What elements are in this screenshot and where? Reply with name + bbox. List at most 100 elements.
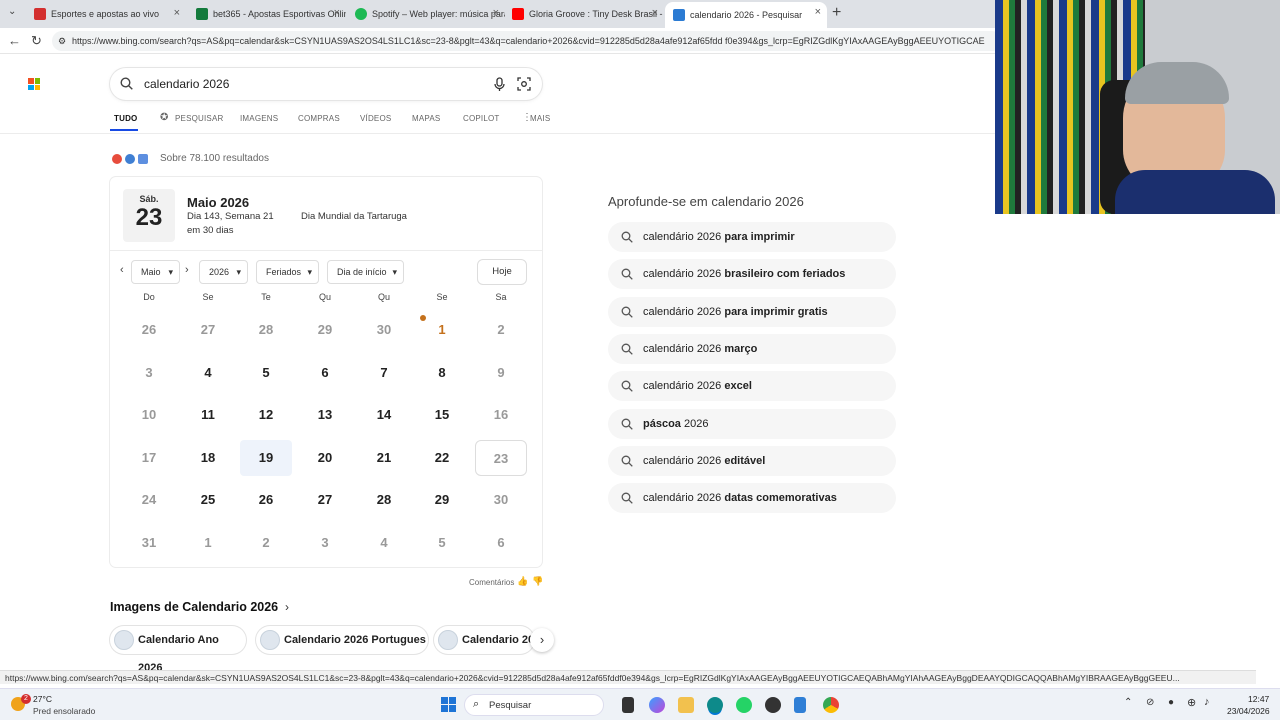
reload-icon[interactable]: ↻ [31,33,42,49]
windows-start-icon[interactable] [441,697,456,712]
image-chip[interactable]: Calendario Ano 2026 [110,626,246,674]
nav-tab-maps[interactable]: MAPAS [412,114,440,123]
copilot-icon[interactable] [649,697,665,713]
related-search-item[interactable]: calendário 2026 para imprimir gratis [608,297,896,327]
week-start-select[interactable]: Dia de início [327,260,404,284]
related-search-item[interactable]: calendário 2026 editável [608,446,896,476]
visual-search-icon[interactable] [517,77,531,91]
search-input[interactable]: calendario 2026 [144,77,229,91]
chevron-right-icon[interactable]: › [285,600,289,614]
calendar-day[interactable]: 30 [475,482,527,518]
calendar-day[interactable]: 2 [240,525,292,561]
calendar-day[interactable]: 28 [240,312,292,348]
calendar-day[interactable]: 20 [299,440,351,476]
microphone-icon[interactable] [494,77,505,92]
calendar-day[interactable]: 27 [182,312,234,348]
tab-spotify[interactable]: Spotify – Web player: música para × [347,3,505,25]
microsoft-logo[interactable] [28,78,40,90]
calendar-day[interactable]: 18 [182,440,234,476]
site-info-icon[interactable]: ⚙ [58,31,66,51]
calendar-day[interactable]: 6 [299,355,351,391]
month-select[interactable]: Maio [131,260,180,284]
year-select[interactable]: 2026 [199,260,248,284]
calendar-day[interactable]: 19 [240,440,292,476]
thumbs-up-icon[interactable]: 👍 [517,576,528,587]
calendar-day[interactable]: 4 [182,355,234,391]
app-icon[interactable] [765,697,781,713]
tab-list-chevron-icon[interactable]: ⌄ [8,6,16,17]
related-search-item[interactable]: calendário 2026 datas comemorativas [608,483,896,513]
calendar-day[interactable]: 14 [358,397,410,433]
tab-close-icon[interactable]: × [174,7,180,19]
feedback-link[interactable]: Comentários [469,578,514,587]
calendar-day[interactable]: 27 [299,482,351,518]
notes-icon[interactable] [794,697,806,713]
tab-esportes[interactable]: Esportes e apostas ao vivo × [26,3,186,25]
related-search-item[interactable]: calendário 2026 excel [608,371,896,401]
calendar-day[interactable]: 29 [299,312,351,348]
nav-tab-videos[interactable]: VÍDEOS [360,114,391,123]
chrome-icon[interactable] [823,697,839,713]
calendar-day[interactable]: 30 [358,312,410,348]
images-section-title[interactable]: Imagens de Calendario 2026 [110,600,278,614]
network-icon[interactable]: ⊘ [1146,697,1154,708]
calendar-day[interactable]: 9 [475,355,527,391]
calendar-day[interactable]: 29 [416,482,468,518]
tab-close-icon[interactable]: × [815,6,821,18]
calendar-day[interactable]: 11 [182,397,234,433]
calendar-day[interactable]: 24 [123,482,175,518]
related-search-item[interactable]: calendário 2026 para imprimir [608,222,896,252]
calendar-day[interactable]: 3 [299,525,351,561]
image-chip[interactable]: Calendario 2026 Portugues [256,626,428,654]
calendar-day[interactable]: 4 [358,525,410,561]
calendar-day[interactable]: 16 [475,397,527,433]
related-search-item[interactable]: páscoa 2026 [608,409,896,439]
calendar-day[interactable]: 3 [123,355,175,391]
next-month-icon[interactable]: › [185,264,189,276]
folder-icon[interactable] [678,697,694,713]
calendar-day[interactable]: 26 [123,312,175,348]
tab-bet365[interactable]: bet365 - Apostas Esportivas Onlin × [188,3,346,25]
calendar-day[interactable]: 22 [416,440,468,476]
calendar-day[interactable]: 5 [240,355,292,391]
calendar-day[interactable]: 13 [299,397,351,433]
file-explorer-icon[interactable] [622,697,634,713]
nav-tab-more[interactable]: MAIS [530,114,550,123]
edge-icon[interactable] [707,697,723,713]
thumbs-down-icon[interactable]: 👎 [532,576,543,587]
calendar-day[interactable]: 15 [416,397,468,433]
image-chip[interactable]: Calendario 20 [434,626,534,654]
volume-icon[interactable]: ♪ [1204,696,1210,708]
today-button[interactable]: Hoje [477,259,527,285]
whatsapp-icon[interactable] [736,697,752,713]
nav-tab-all[interactable]: TUDO [114,114,137,123]
microphone-icon[interactable]: ● [1168,697,1174,708]
calendar-day[interactable]: 5 [416,525,468,561]
calendar-day[interactable]: 21 [358,440,410,476]
holidays-select[interactable]: Feriados [256,260,319,284]
nav-tab-shopping[interactable]: COMPRAS [298,114,340,123]
calendar-day[interactable]: 8 [416,355,468,391]
tray-chevron-icon[interactable]: ⌃ [1124,697,1132,708]
calendar-day[interactable]: 6 [475,525,527,561]
tab-calendario[interactable]: calendario 2026 - Pesquisar × [665,2,827,28]
calendar-day[interactable]: 10 [123,397,175,433]
taskbar-search[interactable]: ⌕ Pesquisar [464,694,604,716]
search-box[interactable]: calendario 2026 [110,68,542,100]
tab-youtube[interactable]: Gloria Groove : Tiny Desk Brasil - Y × [504,3,664,25]
calendar-day[interactable]: 1 [182,525,234,561]
back-icon[interactable]: ← [8,33,21,48]
url-field[interactable]: ⚙ https://www.bing.com/search?qs=AS&pq=c… [52,31,1002,51]
tab-close-icon[interactable]: × [652,7,658,19]
related-search-item[interactable]: calendário 2026 brasileiro com feriados [608,259,896,289]
new-tab-icon[interactable]: + [832,4,841,22]
calendar-day[interactable]: 17 [123,440,175,476]
nav-tab-search[interactable]: PESQUISAR [175,114,223,123]
calendar-day[interactable]: 12 [240,397,292,433]
clock-time[interactable]: 12:47 [1248,694,1269,704]
nav-tab-images[interactable]: IMAGENS [240,114,278,123]
globe-icon[interactable]: ⊕ [1187,696,1196,709]
chips-next-button[interactable]: › [530,628,554,652]
calendar-day[interactable]: 26 [240,482,292,518]
calendar-day[interactable]: 25 [182,482,234,518]
